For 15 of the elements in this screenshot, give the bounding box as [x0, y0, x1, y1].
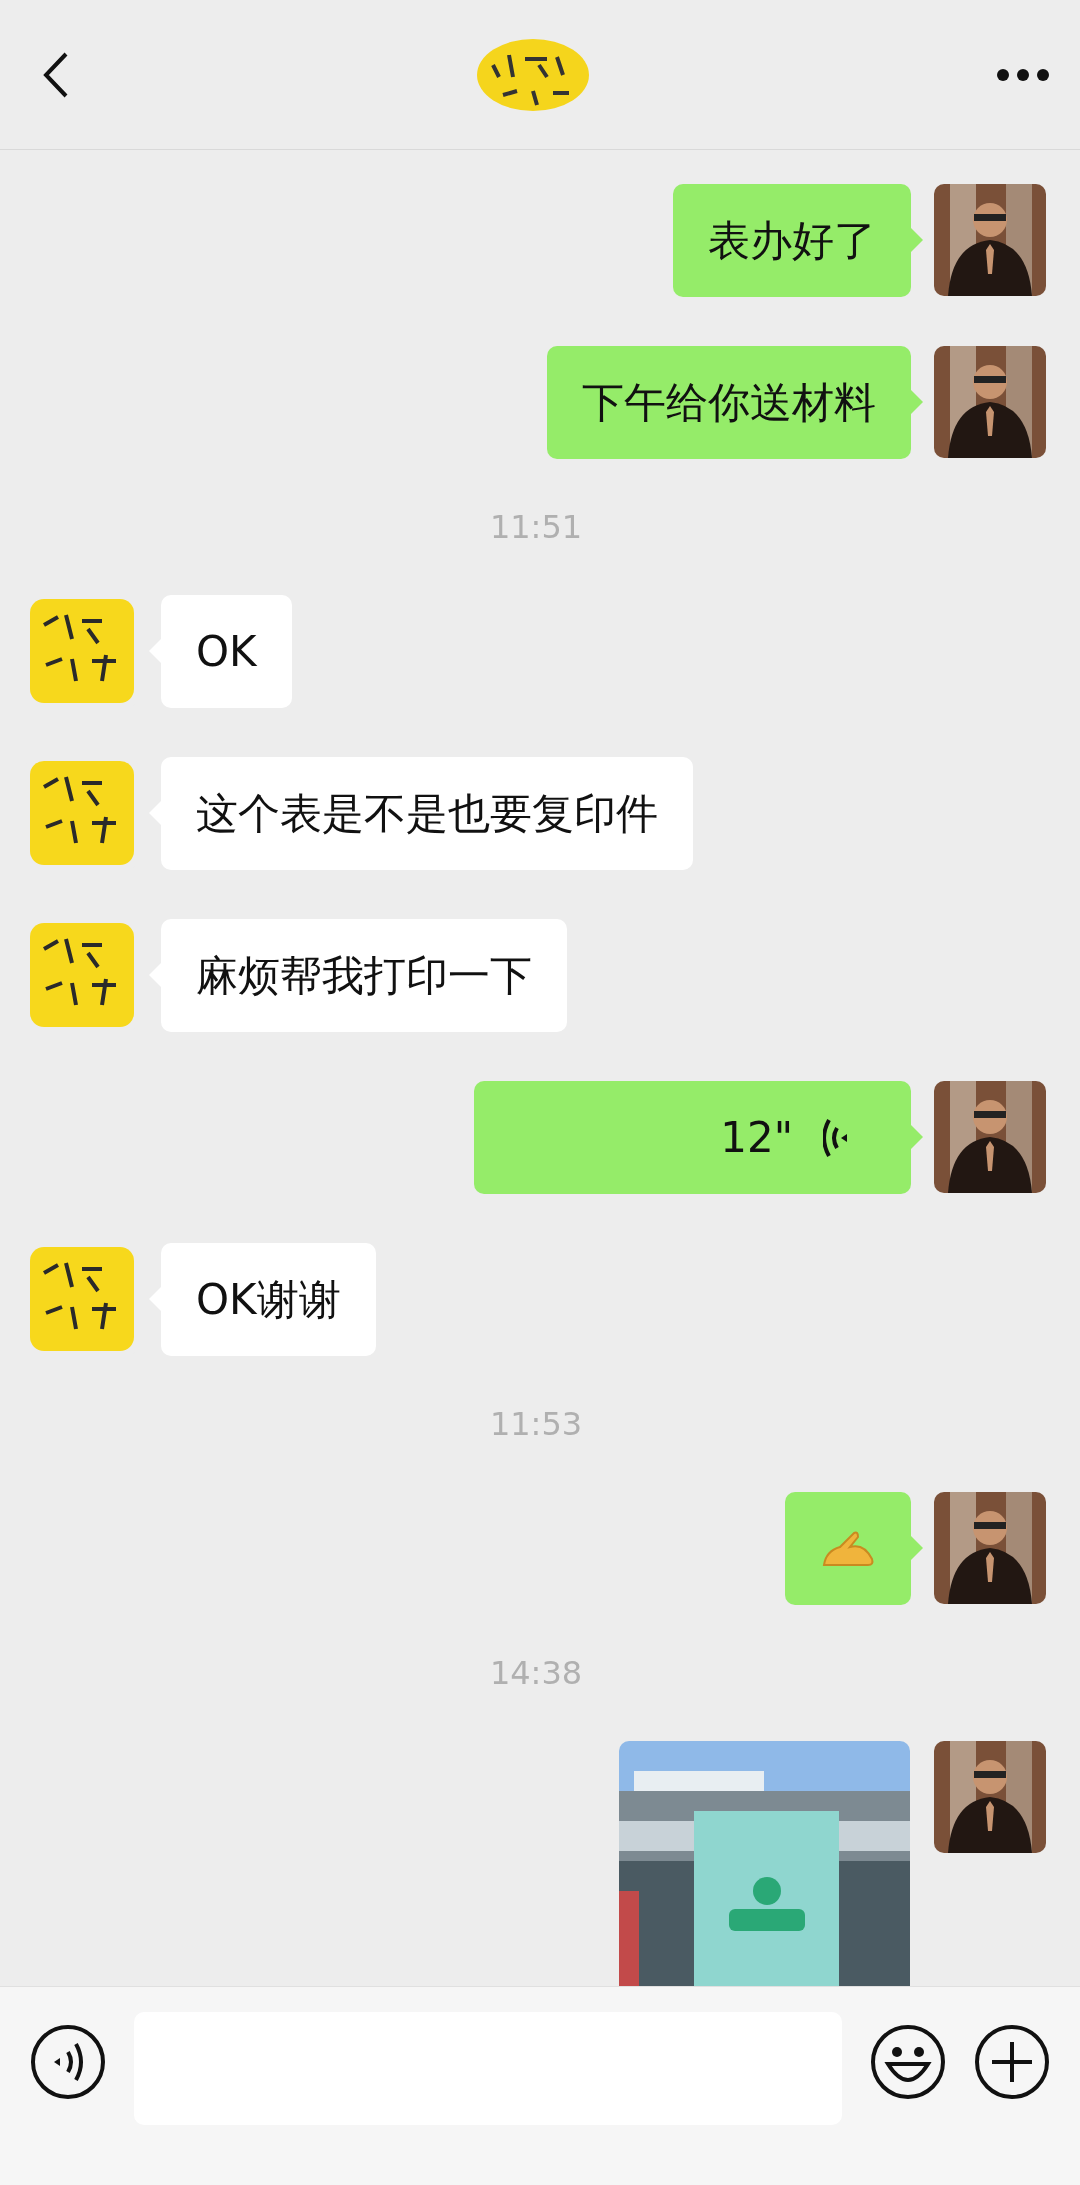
message-bubble[interactable]: OK谢谢 [161, 1243, 376, 1356]
timestamp: 11:53 [489, 1405, 583, 1443]
add-button[interactable] [974, 2024, 1050, 2100]
more-icon[interactable] [996, 67, 1050, 82]
emoji-button[interactable] [870, 2024, 946, 2100]
timestamp: 11:51 [489, 508, 583, 546]
voice-duration: 12" [720, 1113, 793, 1162]
message-bubble[interactable]: OK [161, 595, 292, 708]
voice-message[interactable]: 12" [474, 1081, 911, 1194]
timestamp: 14:38 [489, 1654, 583, 1692]
voice-input-button[interactable] [30, 2024, 106, 2100]
message-bubble[interactable]: 下午给你送材料 [547, 346, 911, 459]
message-bubble[interactable]: 这个表是不是也要复印件 [161, 757, 693, 870]
message-bubble[interactable]: 麻烦帮我打印一下 [161, 919, 567, 1032]
message-bubble[interactable]: 表办好了 [673, 184, 911, 297]
